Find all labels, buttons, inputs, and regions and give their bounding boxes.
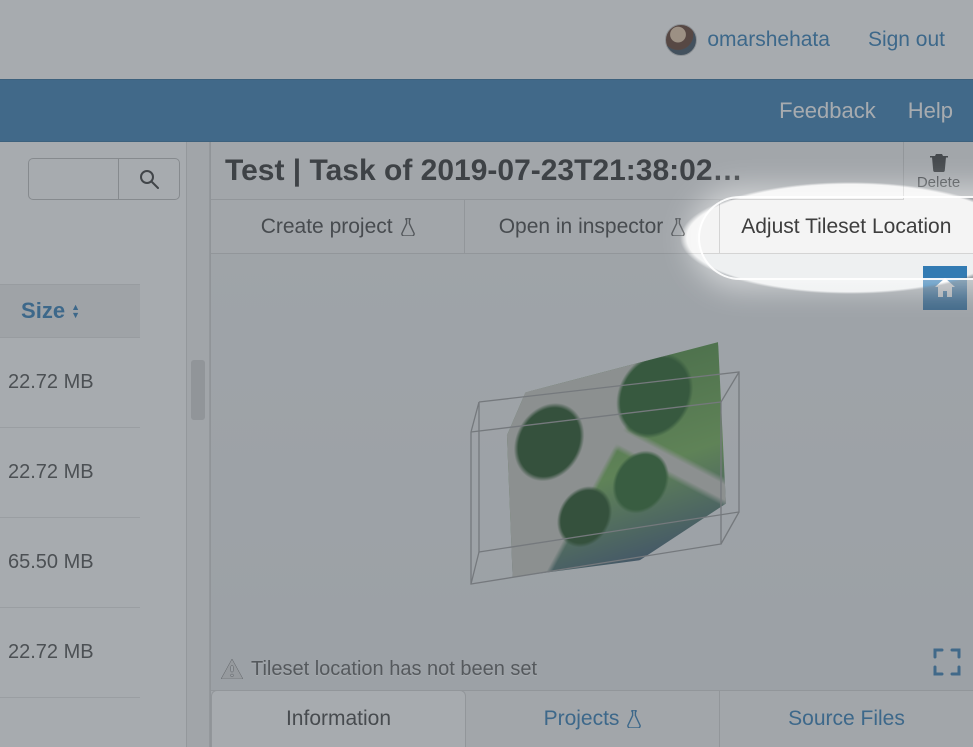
- username: omarshehata: [707, 28, 830, 52]
- sign-out-link[interactable]: Sign out: [868, 28, 945, 52]
- bounding-box: [459, 362, 759, 592]
- main-column: Test | Task of 2019-07-23T21:38:02… Dele…: [210, 142, 973, 747]
- tab-information-label: Information: [286, 707, 391, 731]
- action-row: Create project Open in inspector Adjust …: [211, 200, 973, 254]
- search-input[interactable]: [28, 158, 118, 200]
- table-row[interactable]: 22.72 MB: [0, 428, 140, 518]
- file-size-cell: 22.72 MB: [8, 371, 94, 394]
- open-inspector-label: Open in inspector: [499, 215, 664, 239]
- table-row[interactable]: 22.72 MB: [0, 608, 140, 698]
- size-header-label: Size: [21, 298, 65, 324]
- warning-text: Tileset location has not been set: [251, 658, 537, 681]
- file-size-cell: 22.72 MB: [8, 461, 94, 484]
- left-column: Size ▲▼ 22.72 MB 22.72 MB 65.50 MB 22.72…: [0, 142, 186, 747]
- tab-source-files[interactable]: Source Files: [720, 691, 973, 747]
- home-view-button[interactable]: [923, 266, 967, 310]
- flask-icon: [627, 710, 641, 728]
- create-project-label: Create project: [261, 215, 393, 239]
- app-bar: Feedback Help: [0, 79, 973, 142]
- create-project-button[interactable]: Create project: [211, 200, 465, 253]
- warning-banner: Tileset location has not been set: [211, 648, 973, 690]
- feedback-link[interactable]: Feedback: [779, 98, 876, 124]
- workspace: Size ▲▼ 22.72 MB 22.72 MB 65.50 MB 22.72…: [0, 142, 973, 747]
- fullscreen-button[interactable]: [927, 642, 967, 682]
- tab-projects-label: Projects: [544, 707, 620, 731]
- scrollbar-thumb[interactable]: [191, 360, 205, 420]
- file-list: 22.72 MB 22.72 MB 65.50 MB 22.72 MB: [0, 338, 140, 698]
- search-icon: [139, 169, 159, 189]
- detail-tabs: Information Projects Source Files: [211, 691, 973, 747]
- table-row[interactable]: 65.50 MB: [0, 518, 140, 608]
- sort-icon: ▲▼: [71, 303, 80, 319]
- file-size-cell: 22.72 MB: [8, 641, 94, 664]
- user-menu[interactable]: omarshehata: [665, 24, 830, 56]
- tab-information[interactable]: Information: [211, 690, 466, 747]
- home-icon: [932, 275, 958, 301]
- adjust-tileset-label: Adjust Tileset Location: [741, 215, 951, 239]
- trash-icon: [930, 152, 948, 172]
- flask-icon: [671, 218, 685, 236]
- search-button[interactable]: [118, 158, 180, 200]
- delete-button[interactable]: Delete: [903, 142, 973, 200]
- tab-source-files-label: Source Files: [788, 707, 905, 731]
- help-link[interactable]: Help: [908, 98, 953, 124]
- search-row: [0, 142, 186, 206]
- flask-icon: [401, 218, 415, 236]
- tab-projects[interactable]: Projects: [466, 691, 720, 747]
- column-header-size[interactable]: Size ▲▼: [0, 284, 140, 338]
- file-size-cell: 65.50 MB: [8, 551, 94, 574]
- tileset-viewer[interactable]: Tileset location has not been set: [211, 254, 973, 691]
- table-row[interactable]: 22.72 MB: [0, 338, 140, 428]
- asset-title: Test | Task of 2019-07-23T21:38:02…: [211, 142, 973, 200]
- pane-divider[interactable]: [186, 142, 210, 747]
- avatar: [665, 24, 697, 56]
- fullscreen-icon: [932, 647, 962, 677]
- user-bar: omarshehata Sign out: [0, 0, 973, 79]
- adjust-tileset-location-button[interactable]: Adjust Tileset Location: [720, 200, 973, 253]
- warning-icon: [221, 659, 243, 679]
- open-inspector-button[interactable]: Open in inspector: [465, 200, 719, 253]
- delete-label: Delete: [917, 174, 960, 191]
